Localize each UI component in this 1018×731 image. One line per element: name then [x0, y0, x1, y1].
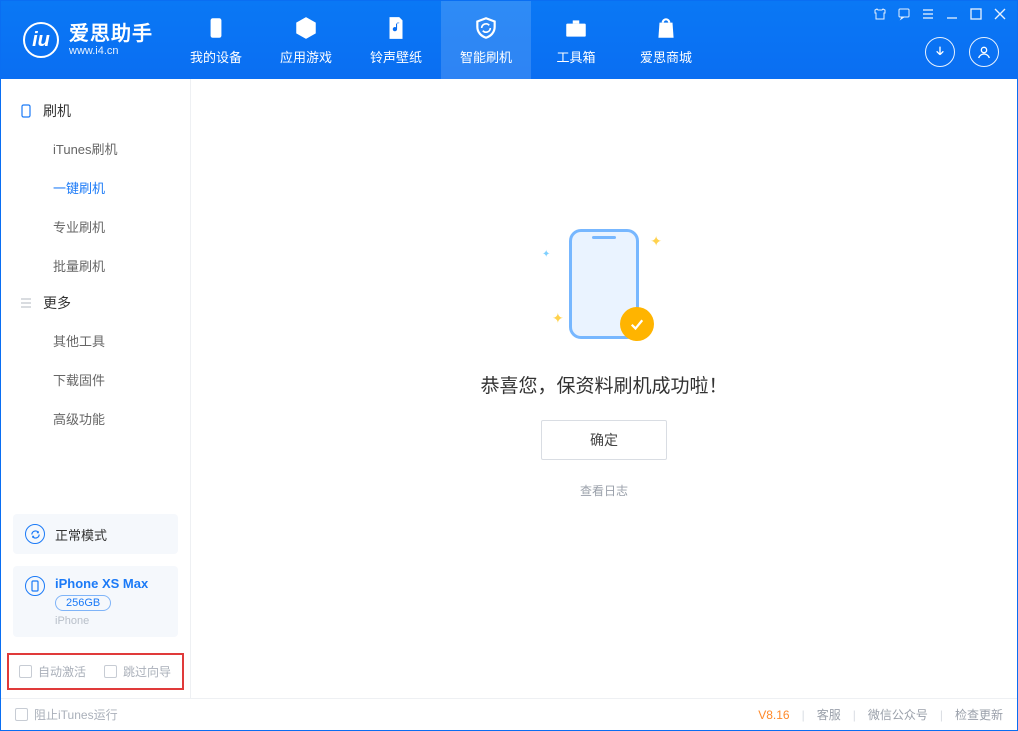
checkbox-icon	[19, 665, 32, 678]
sidebar-group-label: 刷机	[43, 101, 71, 121]
device-type: iPhone	[55, 615, 148, 627]
checkbox-icon	[15, 708, 28, 721]
nav-my-device[interactable]: 我的设备	[171, 1, 261, 79]
checkbox-auto-activate[interactable]: 自动激活	[19, 663, 86, 680]
logo-text: 爱思助手 www.i4.cn	[69, 23, 153, 57]
music-file-icon	[383, 15, 409, 41]
sidebar-item-advanced[interactable]: 高级功能	[1, 399, 190, 438]
success-illustration: ✦ ✦ ✦	[524, 219, 684, 349]
check-update-link[interactable]: 检查更新	[955, 706, 1003, 723]
minimize-icon[interactable]	[945, 7, 959, 21]
device-icon	[203, 15, 229, 41]
success-message: 恭喜您，保资料刷机成功啦！	[480, 371, 727, 398]
main-content: ✦ ✦ ✦ 恭喜您，保资料刷机成功啦！ 确定 查看日志	[191, 79, 1017, 698]
footer-right: V8.16 | 客服 | 微信公众号 | 检查更新	[758, 706, 1003, 723]
checkbox-icon	[104, 665, 117, 678]
toolbox-icon	[563, 15, 589, 41]
nav-label: 工具箱	[556, 47, 595, 66]
checkbox-skip-guide[interactable]: 跳过向导	[104, 663, 171, 680]
mode-icon	[25, 524, 45, 544]
sidebar-item-itunes-flash[interactable]: iTunes刷机	[1, 129, 190, 168]
list-icon	[19, 296, 33, 310]
nav-toolbox[interactable]: 工具箱	[531, 1, 621, 79]
body: 刷机 iTunes刷机 一键刷机 专业刷机 批量刷机 更多 其他工具 下载固件 …	[1, 79, 1017, 698]
close-icon[interactable]	[993, 7, 1007, 21]
phone-small-icon	[19, 104, 33, 118]
sidebar-item-download-firmware[interactable]: 下载固件	[1, 360, 190, 399]
check-badge-icon	[620, 307, 654, 341]
top-nav: 我的设备 应用游戏 铃声壁纸 智能刷机 工具箱 爱思商城	[171, 1, 711, 79]
cube-icon	[293, 15, 319, 41]
app-url: www.i4.cn	[69, 45, 153, 57]
nav-label: 应用游戏	[280, 47, 332, 66]
mode-label: 正常模式	[55, 525, 107, 544]
nav-ringtones-wallpapers[interactable]: 铃声壁纸	[351, 1, 441, 79]
bag-icon	[653, 15, 679, 41]
view-log-link[interactable]: 查看日志	[580, 482, 628, 499]
menu-icon[interactable]	[921, 7, 935, 21]
device-info: iPhone XS Max 256GB iPhone	[55, 576, 148, 627]
nav-label: 我的设备	[190, 47, 242, 66]
device-name: iPhone XS Max	[55, 576, 148, 591]
mode-card[interactable]: 正常模式	[13, 514, 178, 554]
sidebar-group-flash: 刷机	[1, 93, 190, 129]
footer-left: 阻止iTunes运行	[15, 706, 118, 723]
support-link[interactable]: 客服	[817, 706, 841, 723]
logo[interactable]: iu 爱思助手 www.i4.cn	[1, 1, 171, 79]
nav-store[interactable]: 爱思商城	[621, 1, 711, 79]
nav-label: 智能刷机	[460, 47, 512, 66]
checkbox-label: 阻止iTunes运行	[34, 706, 118, 723]
refresh-shield-icon	[473, 15, 499, 41]
highlighted-options: 自动激活 跳过向导	[7, 653, 184, 690]
divider: |	[853, 708, 856, 722]
user-button[interactable]	[969, 37, 999, 67]
checkbox-label: 跳过向导	[123, 663, 171, 680]
sidebar-item-oneclick-flash[interactable]: 一键刷机	[1, 168, 190, 207]
sidebar-group-more: 更多	[1, 285, 190, 321]
download-button[interactable]	[925, 37, 955, 67]
app-window: iu 爱思助手 www.i4.cn 我的设备 应用游戏 铃声壁纸 智能刷机	[0, 0, 1018, 731]
device-card[interactable]: iPhone XS Max 256GB iPhone	[13, 566, 178, 637]
shirt-icon[interactable]	[873, 7, 887, 21]
feedback-icon[interactable]	[897, 7, 911, 21]
nav-apps-games[interactable]: 应用游戏	[261, 1, 351, 79]
ok-button[interactable]: 确定	[541, 420, 667, 460]
nav-smart-flash[interactable]: 智能刷机	[441, 1, 531, 79]
version-label: V8.16	[758, 708, 789, 722]
sparkle-icon: ✦	[552, 310, 564, 327]
divider: |	[802, 708, 805, 722]
header-actions	[925, 37, 999, 67]
logo-icon: iu	[23, 22, 59, 58]
sparkle-icon: ✦	[542, 249, 550, 260]
checkbox-block-itunes[interactable]: 阻止iTunes运行	[15, 706, 118, 723]
wechat-link[interactable]: 微信公众号	[868, 706, 928, 723]
maximize-icon[interactable]	[969, 7, 983, 21]
sidebar-item-other-tools[interactable]: 其他工具	[1, 321, 190, 360]
footer: 阻止iTunes运行 V8.16 | 客服 | 微信公众号 | 检查更新	[1, 698, 1017, 730]
checkbox-label: 自动激活	[38, 663, 86, 680]
sidebar: 刷机 iTunes刷机 一键刷机 专业刷机 批量刷机 更多 其他工具 下载固件 …	[1, 79, 191, 698]
divider: |	[940, 708, 943, 722]
nav-label: 铃声壁纸	[370, 47, 422, 66]
sidebar-item-batch-flash[interactable]: 批量刷机	[1, 246, 190, 285]
sidebar-item-pro-flash[interactable]: 专业刷机	[1, 207, 190, 246]
sparkle-icon: ✦	[650, 233, 662, 250]
sidebar-group-label: 更多	[43, 293, 71, 313]
app-name: 爱思助手	[69, 23, 153, 45]
device-phone-icon	[25, 576, 45, 596]
device-capacity: 256GB	[55, 595, 111, 611]
window-controls	[873, 7, 1007, 21]
nav-label: 爱思商城	[640, 47, 692, 66]
header: iu 爱思助手 www.i4.cn 我的设备 应用游戏 铃声壁纸 智能刷机	[1, 1, 1017, 79]
